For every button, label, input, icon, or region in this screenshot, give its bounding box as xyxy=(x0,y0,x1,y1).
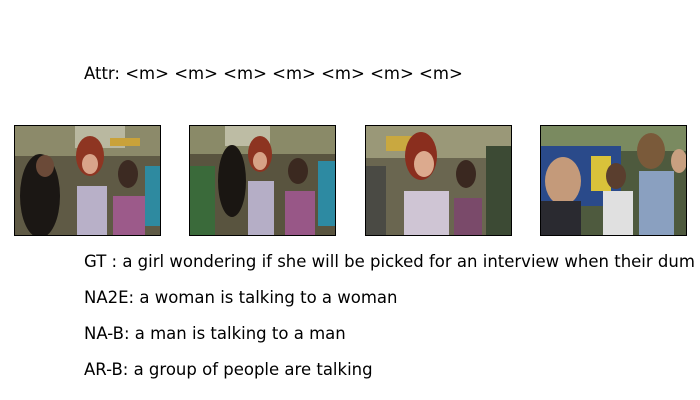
na2e-caption: NA2E: a woman is talking to a woman xyxy=(84,288,398,307)
frame-1-image xyxy=(15,126,160,235)
na-b-caption: NA-B: a man is talking to a man xyxy=(84,324,346,343)
ground-truth-caption: GT : a girl wondering if she will be pic… xyxy=(84,252,695,271)
attribute-line: Attr: <m> <m> <m> <m> <m> <m> <m> xyxy=(84,64,463,83)
video-frame-4 xyxy=(540,125,687,236)
video-frame-2 xyxy=(189,125,336,236)
video-frame-strip xyxy=(14,125,687,236)
video-frame-3 xyxy=(365,125,512,236)
frame-2-image xyxy=(190,126,335,235)
video-frame-1 xyxy=(14,125,161,236)
frame-4-image xyxy=(541,126,686,235)
frame-3-image xyxy=(366,126,511,235)
ar-b-caption: AR-B: a group of people are talking xyxy=(84,360,373,379)
